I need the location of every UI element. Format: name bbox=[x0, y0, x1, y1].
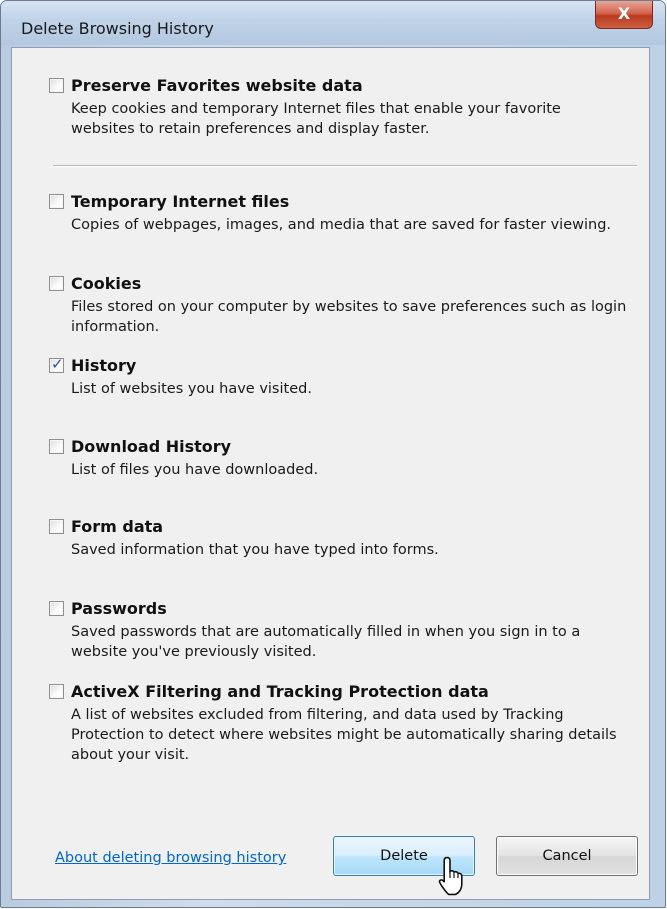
option-form-data: Form data Saved information that you hav… bbox=[49, 517, 629, 560]
form-data-checkbox[interactable] bbox=[49, 519, 64, 534]
mouse-pointer-icon bbox=[438, 856, 463, 896]
option-description: List of files you have downloaded. bbox=[71, 462, 319, 478]
option-description: Saved information that you have typed in… bbox=[71, 542, 439, 558]
title-bar[interactable]: Delete Browsing History X bbox=[1, 1, 665, 45]
option-label: Form data bbox=[71, 517, 164, 536]
passwords-checkbox[interactable] bbox=[49, 601, 64, 616]
window-title: Delete Browsing History bbox=[21, 19, 214, 38]
option-description: A list of websites excluded from filteri… bbox=[71, 707, 617, 763]
option-activex-tracking-protection: ActiveX Filtering and Tracking Protectio… bbox=[49, 682, 629, 765]
download-history-checkbox[interactable] bbox=[49, 439, 64, 454]
option-cookies: Cookies Files stored on your computer by… bbox=[49, 274, 629, 337]
option-history: ✓ History List of websites you have visi… bbox=[49, 355, 629, 399]
option-description: Keep cookies and temporary Internet file… bbox=[71, 101, 561, 137]
checkmark-icon: ✓ bbox=[51, 355, 64, 373]
cancel-button[interactable]: Cancel bbox=[496, 836, 638, 876]
option-description: List of websites you have visited. bbox=[71, 381, 312, 397]
option-label: Cookies bbox=[71, 274, 142, 293]
option-label: ActiveX Filtering and Tracking Protectio… bbox=[71, 682, 489, 701]
option-description: Saved passwords that are automatically f… bbox=[71, 624, 581, 660]
option-label: Passwords bbox=[71, 599, 167, 618]
close-button[interactable]: X bbox=[595, 1, 653, 29]
preserve-favorites-checkbox[interactable] bbox=[49, 78, 64, 93]
option-passwords: Passwords Saved passwords that are autom… bbox=[49, 599, 629, 662]
temporary-internet-files-checkbox[interactable] bbox=[49, 194, 64, 209]
option-preserve-favorites: Preserve Favorites website data Keep coo… bbox=[49, 76, 629, 139]
option-description: Files stored on your computer by website… bbox=[71, 299, 627, 335]
history-checkbox[interactable]: ✓ bbox=[49, 355, 64, 373]
option-description: Copies of webpages, images, and media th… bbox=[71, 217, 612, 233]
dialog-body: Preserve Favorites website data Keep coo… bbox=[11, 47, 650, 900]
delete-browsing-history-dialog: Delete Browsing History X Preserve Favor… bbox=[0, 0, 666, 908]
divider bbox=[53, 165, 637, 167]
option-label: Download History bbox=[71, 437, 232, 456]
option-temporary-internet-files: Temporary Internet files Copies of webpa… bbox=[49, 192, 629, 235]
option-label: Preserve Favorites website data bbox=[71, 76, 363, 95]
option-label: History bbox=[71, 356, 137, 375]
option-label: Temporary Internet files bbox=[71, 192, 290, 211]
option-download-history: Download History List of files you have … bbox=[49, 437, 629, 480]
cookies-checkbox[interactable] bbox=[49, 276, 64, 291]
about-deleting-history-link[interactable]: About deleting browsing history bbox=[55, 850, 286, 866]
activex-tracking-protection-checkbox[interactable] bbox=[49, 684, 64, 699]
